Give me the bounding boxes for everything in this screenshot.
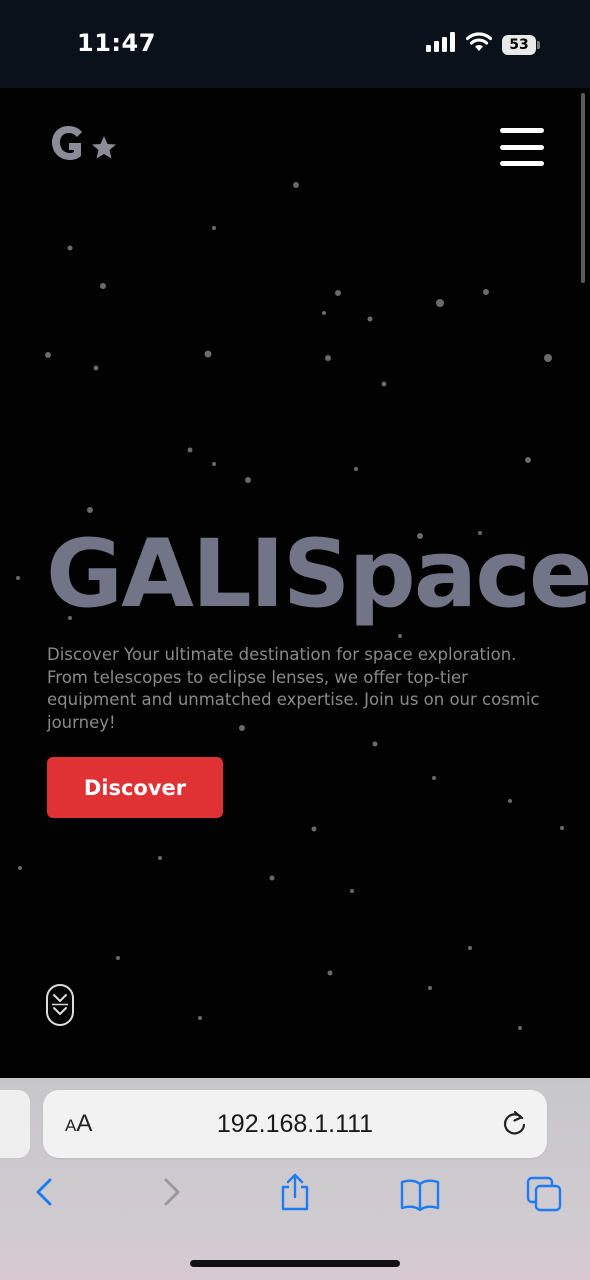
scroll-down-icon[interactable]	[46, 984, 74, 1026]
address-bar[interactable]: AA 192.168.1.111	[43, 1090, 547, 1158]
wifi-icon	[465, 32, 493, 57]
status-bar: 11:47 53	[0, 0, 590, 88]
status-time: 11:47	[77, 29, 156, 57]
hero-title: GALISpace	[46, 520, 590, 629]
previous-tab-preview[interactable]	[0, 1090, 30, 1158]
browser-toolbar: AA 192.168.1.111	[0, 1078, 590, 1280]
status-icons: 53	[426, 32, 540, 57]
signal-icon	[426, 32, 456, 57]
discover-button[interactable]: Discover	[47, 757, 223, 818]
galispace-logo-icon[interactable]	[48, 122, 120, 173]
share-icon[interactable]	[278, 1172, 312, 1217]
hero-description: Discover Your ultimate destination for s…	[47, 645, 540, 732]
back-icon[interactable]	[32, 1174, 56, 1215]
url-text[interactable]: 192.168.1.111	[43, 1110, 547, 1139]
home-indicator[interactable]	[190, 1260, 400, 1267]
forward-icon[interactable]	[160, 1174, 184, 1215]
reload-icon[interactable]	[501, 1108, 529, 1143]
battery-level: 53	[502, 34, 536, 55]
bookmarks-icon[interactable]	[400, 1178, 440, 1217]
hamburger-menu-icon[interactable]	[500, 128, 544, 166]
tabs-icon[interactable]	[526, 1176, 564, 1219]
page-scrollbar[interactable]	[581, 93, 585, 283]
battery-icon: 53	[502, 34, 540, 55]
web-page[interactable]: GALISpace Discover Your ultimate destina…	[0, 88, 590, 1078]
